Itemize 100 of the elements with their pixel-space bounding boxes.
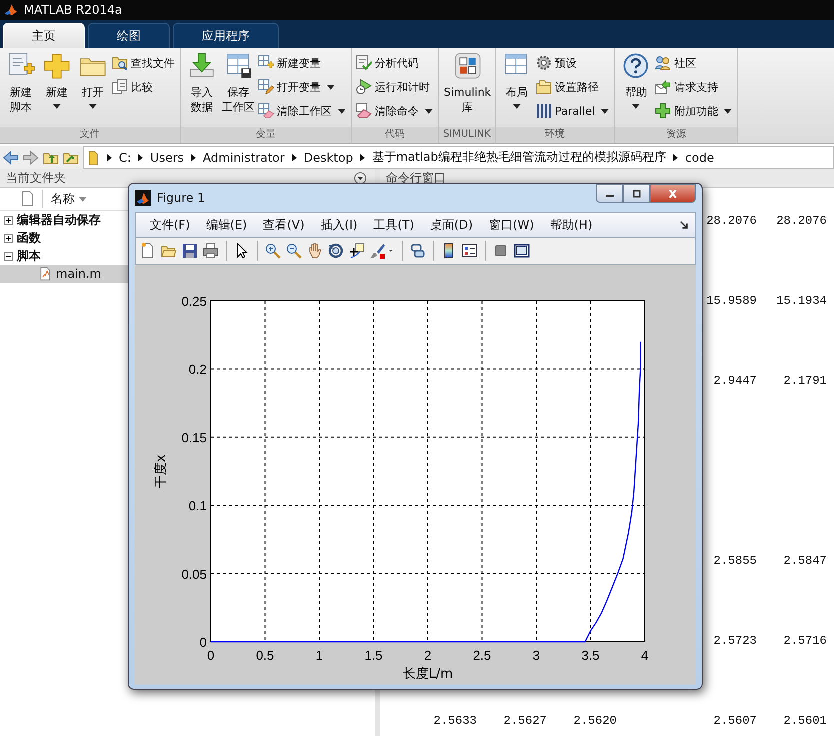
expander-icon[interactable]: [4, 216, 13, 224]
ribbon-button[interactable]: Parallel: [535, 100, 610, 122]
tick-label: 0.25: [182, 294, 207, 309]
blocks-icon: [454, 52, 482, 80]
output-value: 2.5627: [504, 714, 547, 730]
ribbon-button[interactable]: 请求支持: [654, 76, 734, 98]
group-label: 代码: [352, 127, 438, 143]
folder-icon: [88, 150, 100, 166]
square-icon[interactable]: [493, 243, 509, 259]
ribbon-button[interactable]: 查找文件: [111, 52, 176, 74]
path-separator-icon: [292, 154, 297, 162]
ribbon-button[interactable]: Simulink 库: [442, 52, 494, 127]
path-separator-icon: [673, 154, 678, 162]
ribbon-button[interactable]: 帮助: [618, 52, 654, 127]
path-separator-icon: [138, 154, 144, 162]
menu-item[interactable]: 工具(T): [366, 216, 422, 234]
tick-label: 0.15: [182, 430, 207, 446]
ribbon-button[interactable]: 设置路径: [535, 76, 610, 98]
sort-caret-icon[interactable]: [79, 196, 87, 202]
tick-label: 4: [641, 648, 649, 663]
tick-label: 0.1: [188, 498, 207, 514]
hand-icon[interactable]: [307, 243, 323, 259]
output-value: 2.5847: [784, 554, 827, 570]
dock-arrow-icon[interactable]: [680, 220, 689, 230]
close-button[interactable]: [650, 184, 696, 203]
ribbon-button[interactable]: 新建变量: [257, 52, 347, 74]
ribbon-button[interactable]: 新建 脚本: [3, 52, 39, 127]
ribbon-button[interactable]: 社区: [654, 52, 734, 74]
group-label: 环境: [496, 127, 614, 143]
folder-search-icon: [112, 55, 128, 71]
path-segment[interactable]: Administrator: [203, 150, 285, 164]
new-file-icon[interactable]: [140, 243, 156, 259]
path-segment[interactable]: Users: [150, 150, 184, 164]
tick-label: 1: [316, 648, 324, 663]
menu-item[interactable]: 文件(F): [142, 216, 198, 234]
tree-item[interactable]: 编辑器自动保存: [0, 211, 101, 229]
menu-item[interactable]: 查看(V): [255, 216, 313, 234]
ribbon-button[interactable]: 清除工作区: [257, 100, 347, 122]
eraser-icon: [356, 103, 372, 119]
zoom-out-icon[interactable]: [286, 243, 302, 259]
ribbon-button[interactable]: 比较: [111, 76, 176, 98]
tree-item[interactable]: 脚本: [0, 247, 41, 265]
rotate-icon[interactable]: [328, 243, 344, 259]
tick-label: 0.5: [256, 648, 274, 663]
ribbon-button[interactable]: 清除命令: [355, 100, 434, 122]
back-arrow-icon[interactable]: [3, 150, 19, 166]
zoom-in-icon[interactable]: [265, 243, 281, 259]
ribbon-button[interactable]: 打开: [75, 52, 111, 127]
ribbon-button[interactable]: 导入 数据: [184, 52, 220, 127]
expander-icon[interactable]: [4, 234, 13, 242]
tree-item[interactable]: main.m: [0, 265, 128, 283]
path-separator-icon: [191, 154, 196, 162]
path-segment[interactable]: Desktop: [304, 150, 354, 164]
path-segment[interactable]: code: [685, 150, 714, 164]
tree-item[interactable]: 函数: [0, 229, 41, 247]
grid-disk-icon: [224, 52, 252, 80]
documents-icon: [112, 79, 128, 95]
column-header[interactable]: 名称: [51, 190, 75, 208]
path-separator-icon: [360, 154, 366, 162]
frame-icon[interactable]: [514, 243, 530, 259]
path-segment[interactable]: C:: [119, 150, 132, 164]
ribbon-tab[interactable]: 主页: [3, 23, 85, 48]
plus-icon: [43, 52, 71, 80]
people-icon: [655, 55, 672, 71]
minimize-button[interactable]: [596, 184, 623, 203]
brush-icon[interactable]: [370, 243, 386, 259]
menu-item[interactable]: 插入(I): [312, 216, 366, 234]
help-icon: [622, 52, 650, 80]
ribbon-button[interactable]: 新建: [39, 52, 75, 127]
ribbon-button[interactable]: 布局: [499, 52, 536, 127]
save-icon[interactable]: [182, 243, 198, 259]
ribbon-tab[interactable]: 绘图: [88, 23, 170, 48]
menu-item[interactable]: 桌面(D): [422, 216, 482, 234]
ribbon-button[interactable]: 附加功能: [654, 100, 734, 122]
data-cursor-icon[interactable]: [349, 243, 365, 259]
window-title: Figure 1: [157, 191, 206, 205]
path-field[interactable]: C: Users Administrator Desktop 基于matlab编程非绝热毛细管流动过程的模拟源码程序 code: [83, 146, 834, 169]
menu-item[interactable]: 编辑(E): [198, 216, 256, 234]
ribbon-button[interactable]: 分析代码: [355, 52, 434, 74]
path-segment[interactable]: 基于matlab编程非绝热毛细管流动过程的模拟源码程序: [372, 149, 666, 166]
menu-item[interactable]: 帮助(H): [542, 216, 601, 234]
panel-title: 当前文件夹: [6, 170, 66, 186]
menu-item[interactable]: 窗口(W): [481, 216, 542, 234]
group-label: SIMULINK: [439, 127, 496, 143]
expander-icon[interactable]: [4, 252, 13, 260]
ribbon-button[interactable]: 预设: [535, 52, 610, 74]
close-icon: [667, 190, 679, 198]
ribbon-button[interactable]: 运行和计时: [355, 76, 434, 98]
ribbon-tab[interactable]: 应用程序: [173, 23, 279, 48]
print-icon[interactable]: [203, 243, 219, 259]
link-icon[interactable]: [410, 243, 426, 259]
ribbon-button[interactable]: 保存 工作区: [220, 52, 257, 127]
maximize-button[interactable]: [623, 184, 650, 203]
peak-logo-icon: [4, 3, 18, 17]
ribbon-button[interactable]: 打开变量: [257, 76, 347, 98]
tick-label: 2: [424, 648, 432, 663]
bars-icon: [536, 103, 552, 119]
output-value: 2.1791: [784, 374, 827, 390]
forward-arrow-icon[interactable]: [23, 150, 39, 166]
legend-icon[interactable]: [462, 243, 478, 259]
